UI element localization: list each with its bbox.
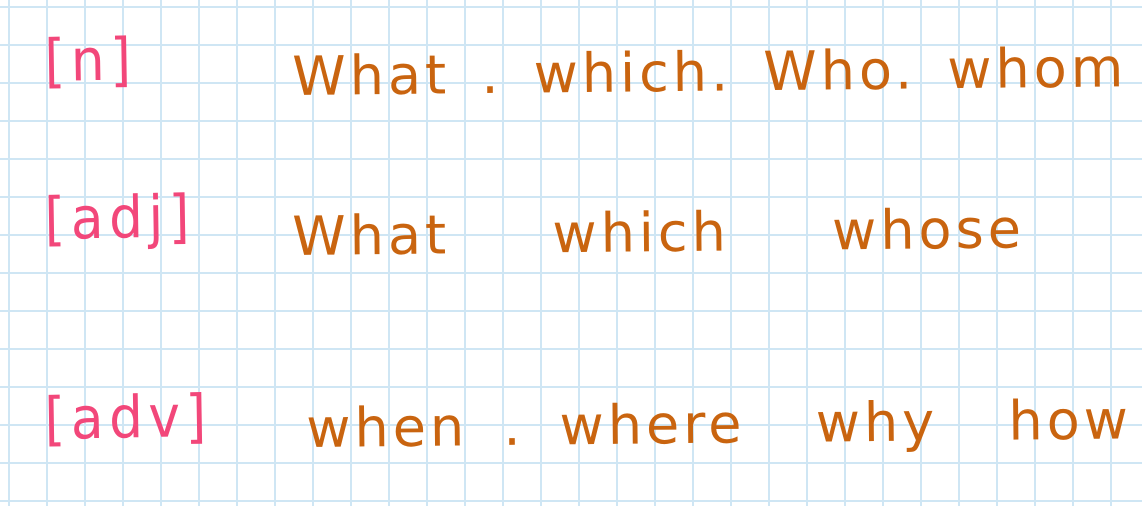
tag-adjective: [adj] — [43, 182, 196, 253]
row-noun: [n] What . which. Who. whom — [0, 22, 1142, 132]
row-adjective: [adj] What which whose — [0, 180, 1142, 290]
words-adverb: when . where why how — [305, 388, 1133, 460]
words-noun: What . which. Who. whom — [291, 36, 1128, 108]
words-adjective: What which whose — [291, 197, 1026, 268]
tag-noun: [n] — [43, 25, 138, 95]
row-adverb: [adv] when . where why how — [0, 372, 1142, 482]
tag-adverb: [adv] — [43, 381, 213, 453]
